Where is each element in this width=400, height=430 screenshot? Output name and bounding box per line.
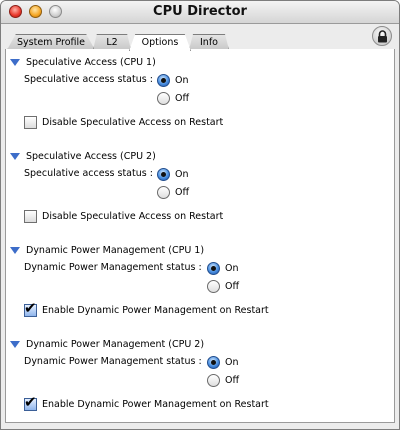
restart-checkbox[interactable]: ✔ [24,299,37,317]
restart-checkbox-row[interactable]: ✔ Enable Dynamic Power Management on Res… [24,393,269,411]
section-header[interactable]: Dynamic Power Management (CPU 2) [10,337,204,351]
cpu-director-window: CPU Director System Profile L2 Options I… [0,0,400,430]
checkmark-icon: ✔ [24,393,37,411]
disclosure-triangle-icon[interactable] [10,152,20,160]
radio-on[interactable]: On [157,168,189,181]
radio-off-indicator[interactable] [207,374,220,387]
status-label: Dynamic Power Management status : [24,262,202,273]
restart-checkbox-row[interactable]: Disable Speculative Access on Restart [24,116,223,129]
tab-l2[interactable]: L2 [93,34,131,50]
status-label: Speculative access status : [24,74,153,85]
section-dynamic-power-cpu2: Dynamic Power Management (CPU 2) Dynamic… [6,337,394,427]
restart-checkbox[interactable] [24,116,37,129]
section-header[interactable]: Speculative Access (CPU 2) [10,149,156,163]
disclosure-triangle-icon[interactable] [10,58,20,66]
restart-checkbox-row[interactable]: ✔ Enable Dynamic Power Management on Res… [24,299,269,317]
restart-checkbox-label: Enable Dynamic Power Management on Resta… [42,305,269,316]
radio-off-label: Off [175,187,190,198]
restart-checkbox[interactable] [24,210,37,223]
section-title: Dynamic Power Management (CPU 2) [26,338,205,350]
restart-checkbox-label: Disable Speculative Access on Restart [42,117,224,128]
section-header[interactable]: Dynamic Power Management (CPU 1) [10,243,204,257]
disclosure-triangle-icon[interactable] [10,246,20,254]
radio-on[interactable]: On [207,356,239,369]
radio-off-label: Off [175,93,190,104]
options-panel: Speculative Access (CPU 1) Speculative a… [5,49,395,423]
radio-on-indicator[interactable] [207,356,220,369]
restart-checkbox-row[interactable]: Disable Speculative Access on Restart [24,210,223,223]
section-title: Dynamic Power Management (CPU 1) [26,244,205,256]
tab-info[interactable]: Info [189,34,229,50]
section-title: Speculative Access (CPU 2) [26,150,156,162]
radio-off-label: Off [225,375,240,386]
radio-off[interactable]: Off [157,92,189,105]
radio-on[interactable]: On [157,74,189,87]
radio-off[interactable]: Off [207,280,239,293]
radio-on-indicator[interactable] [207,262,220,275]
radio-on-indicator[interactable] [157,168,170,181]
section-speculative-access-cpu1: Speculative Access (CPU 1) Speculative a… [6,55,394,145]
restart-checkbox[interactable]: ✔ [24,393,37,411]
section-header[interactable]: Speculative Access (CPU 1) [10,55,156,69]
radio-on-label: On [225,357,239,368]
lock-icon [378,30,387,43]
status-label: Speculative access status : [24,168,153,179]
radio-on-label: On [175,75,189,86]
tab-bar: System Profile L2 Options Info [1,23,399,51]
radio-off-indicator[interactable] [157,186,170,199]
status-label: Dynamic Power Management status : [24,356,202,367]
disclosure-triangle-icon[interactable] [10,340,20,348]
title-bar: CPU Director [1,1,399,24]
section-speculative-access-cpu2: Speculative Access (CPU 2) Speculative a… [6,149,394,239]
tab-options[interactable]: Options [129,34,191,51]
section-dynamic-power-cpu1: Dynamic Power Management (CPU 1) Dynamic… [6,243,394,333]
radio-on[interactable]: On [207,262,239,275]
radio-on-indicator[interactable] [157,74,170,87]
tab-system-profile[interactable]: System Profile [7,34,95,50]
checkmark-icon: ✔ [24,299,37,317]
radio-off[interactable]: Off [207,374,239,387]
radio-off-label: Off [225,281,240,292]
radio-on-label: On [175,169,189,180]
radio-on-label: On [225,263,239,274]
restart-checkbox-label: Enable Dynamic Power Management on Resta… [42,399,269,410]
radio-off-indicator[interactable] [157,92,170,105]
restart-checkbox-label: Disable Speculative Access on Restart [42,211,224,222]
radio-off-indicator[interactable] [207,280,220,293]
window-title: CPU Director [153,4,247,19]
section-title: Speculative Access (CPU 1) [26,56,156,68]
lock-button[interactable] [372,26,392,46]
radio-off[interactable]: Off [157,186,189,199]
